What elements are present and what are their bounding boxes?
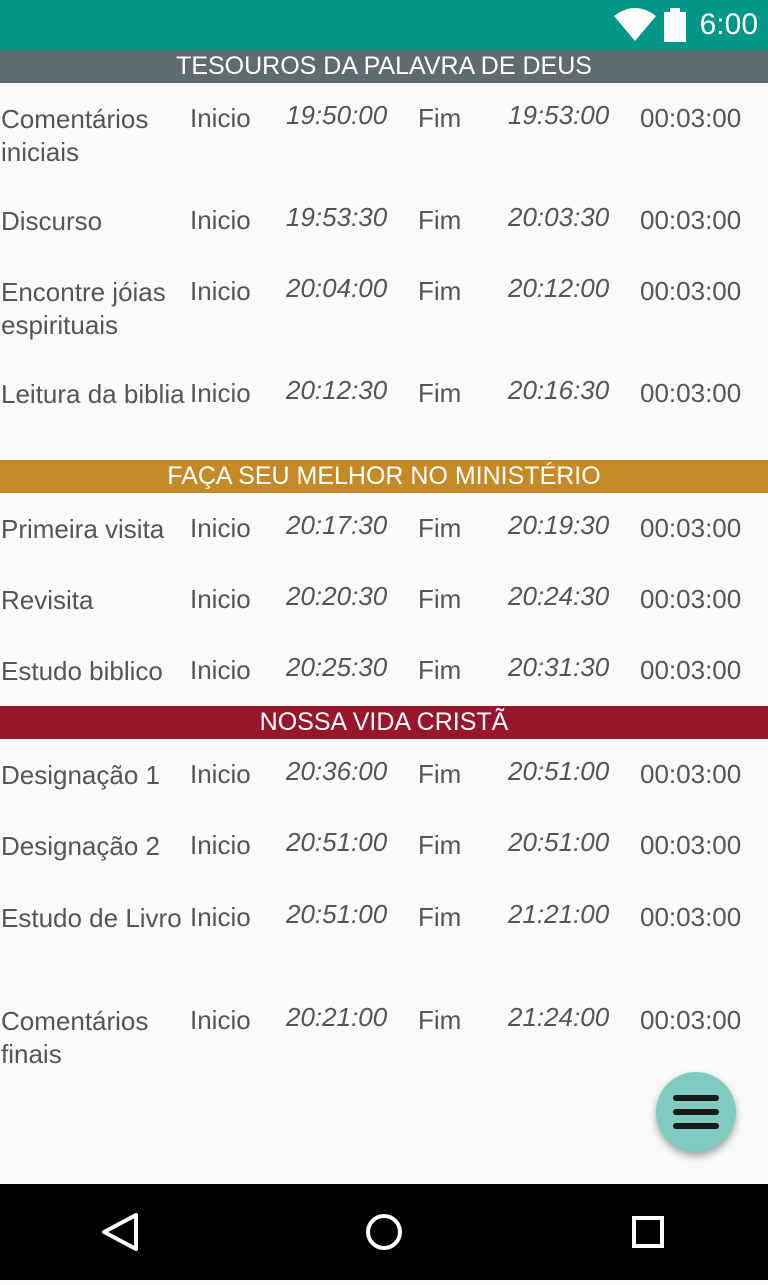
home-icon [366, 1214, 402, 1250]
end-label: Fim [418, 830, 462, 860]
row-label: Discurso [1, 206, 103, 236]
schedule-row[interactable]: Primeira visita Inicio 20:17:30 Fim 20:1… [0, 510, 768, 583]
end-label: Fim [418, 759, 462, 789]
wifi-icon [614, 8, 656, 41]
end-time[interactable]: 19:53:00 [508, 100, 609, 131]
end-time[interactable]: 20:51:00 [508, 827, 609, 858]
duration[interactable]: 00:03:00 [640, 103, 741, 134]
schedule-row[interactable]: Comentários finais Inicio 20:21:00 Fim 2… [0, 1002, 768, 1075]
row-label: Revisita [1, 585, 94, 615]
start-label: Inicio [190, 759, 251, 789]
recents-button[interactable] [588, 1184, 708, 1280]
end-label: Fim [418, 276, 462, 306]
row-label: Designação 2 [1, 831, 160, 861]
end-time[interactable]: 20:31:30 [508, 652, 609, 683]
row-label: Leitura da biblia [1, 379, 185, 409]
start-label: Inicio [190, 103, 251, 133]
start-time[interactable]: 19:53:30 [286, 202, 387, 233]
duration[interactable]: 00:03:00 [640, 830, 741, 861]
start-label: Inicio [190, 584, 251, 614]
row-label: Encontre jóias espirituais [1, 277, 166, 340]
start-time[interactable]: 20:04:00 [286, 273, 387, 304]
start-label: Inicio [190, 513, 251, 543]
duration[interactable]: 00:03:00 [640, 655, 741, 686]
start-label: Inicio [190, 902, 251, 932]
start-label: Inicio [190, 378, 251, 408]
start-time[interactable]: 20:25:30 [286, 652, 387, 683]
navigation-bar [0, 1184, 768, 1280]
start-label: Inicio [190, 830, 251, 860]
start-time[interactable]: 20:51:00 [286, 827, 387, 858]
schedule-row[interactable]: Encontre jóias espirituais Inicio 20:04:… [0, 273, 768, 346]
start-time[interactable]: 20:36:00 [286, 756, 387, 787]
end-label: Fim [418, 513, 462, 543]
row-label: Estudo biblico [1, 656, 163, 686]
row-label: Estudo de Livro [1, 903, 182, 933]
end-label: Fim [418, 655, 462, 685]
end-time[interactable]: 20:24:30 [508, 581, 609, 612]
battery-icon [664, 8, 686, 42]
status-bar: 6:00 [0, 0, 768, 50]
status-clock: 6:00 [699, 8, 758, 41]
duration[interactable]: 00:03:00 [640, 759, 741, 790]
duration[interactable]: 00:03:00 [640, 276, 741, 307]
home-button[interactable] [324, 1184, 444, 1280]
start-label: Inicio [190, 655, 251, 685]
end-time[interactable]: 20:51:00 [508, 756, 609, 787]
end-time[interactable]: 20:19:30 [508, 510, 609, 541]
row-label: Comentários finais [1, 1006, 149, 1069]
row-label: Primeira visita [1, 514, 165, 544]
end-label: Fim [418, 1005, 462, 1035]
back-button[interactable] [60, 1184, 180, 1280]
row-label: Designação 1 [1, 760, 160, 790]
end-label: Fim [418, 103, 462, 133]
start-time[interactable]: 20:20:30 [286, 581, 387, 612]
duration[interactable]: 00:03:00 [640, 902, 741, 933]
section-header-tesouros: TESOUROS DA PALAVRA DE DEUS [0, 50, 768, 83]
end-time[interactable]: 20:12:00 [508, 273, 609, 304]
start-time[interactable]: 20:21:00 [286, 1002, 387, 1033]
schedule-row[interactable]: Discurso Inicio 19:53:30 Fim 20:03:30 00… [0, 202, 768, 275]
schedule-row[interactable]: Estudo de Livro Inicio 20:51:00 Fim 21:2… [0, 899, 768, 972]
end-label: Fim [418, 584, 462, 614]
section-header-ministerio: FAÇA SEU MELHOR NO MINISTÉRIO [0, 460, 768, 493]
start-label: Inicio [190, 1005, 251, 1035]
duration[interactable]: 00:03:00 [640, 584, 741, 615]
duration[interactable]: 00:03:00 [640, 378, 741, 409]
end-time[interactable]: 20:16:30 [508, 375, 609, 406]
schedule-row[interactable]: Comentários iniciais Inicio 19:50:00 Fim… [0, 100, 768, 173]
schedule-row[interactable]: Revisita Inicio 20:20:30 Fim 20:24:30 00… [0, 581, 768, 654]
schedule-row[interactable]: Designação 1 Inicio 20:36:00 Fim 20:51:0… [0, 756, 768, 829]
start-label: Inicio [190, 276, 251, 306]
end-time[interactable]: 20:03:30 [508, 202, 609, 233]
start-time[interactable]: 19:50:00 [286, 100, 387, 131]
start-time[interactable]: 20:12:30 [286, 375, 387, 406]
row-label: Comentários iniciais [1, 104, 149, 167]
schedule-row[interactable]: Designação 2 Inicio 20:51:00 Fim 20:51:0… [0, 827, 768, 900]
end-label: Fim [418, 378, 462, 408]
menu-fab-button[interactable] [656, 1072, 736, 1152]
end-label: Fim [418, 902, 462, 932]
end-time[interactable]: 21:24:00 [508, 1002, 609, 1033]
end-time[interactable]: 21:21:00 [508, 899, 609, 930]
recents-icon [632, 1216, 664, 1248]
start-time[interactable]: 20:17:30 [286, 510, 387, 541]
end-label: Fim [418, 205, 462, 235]
schedule-row[interactable]: Leitura da biblia Inicio 20:12:30 Fim 20… [0, 375, 768, 448]
duration[interactable]: 00:03:00 [640, 513, 741, 544]
start-time[interactable]: 20:51:00 [286, 899, 387, 930]
duration[interactable]: 00:03:00 [640, 1005, 741, 1036]
start-label: Inicio [190, 205, 251, 235]
duration[interactable]: 00:03:00 [640, 205, 741, 236]
schedule-row[interactable]: Estudo biblico Inicio 20:25:30 Fim 20:31… [0, 652, 768, 725]
back-icon [102, 1213, 138, 1251]
